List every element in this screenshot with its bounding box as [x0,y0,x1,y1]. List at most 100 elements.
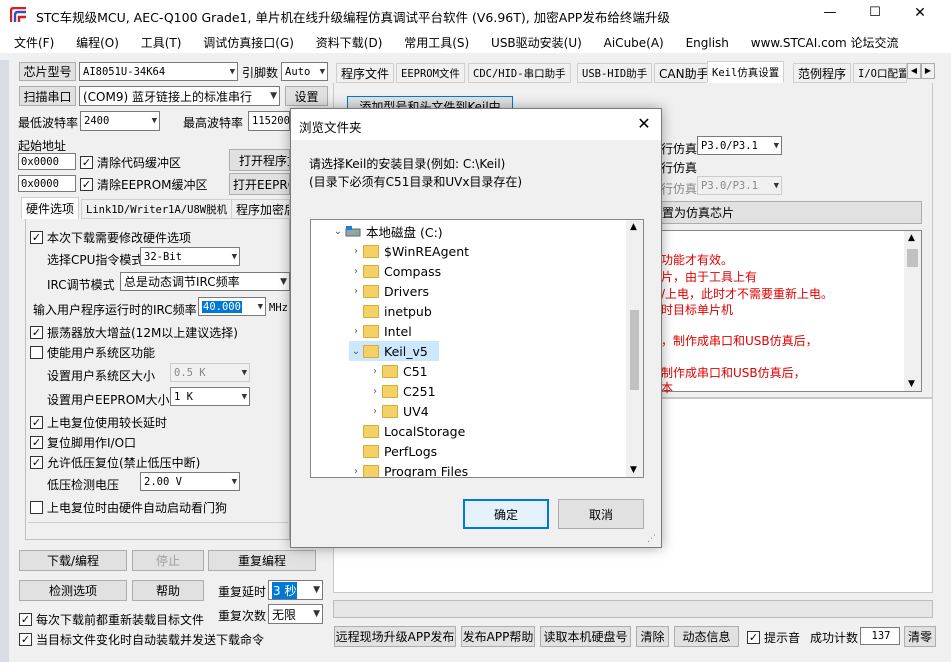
cpu-mode-select[interactable]: 32-Bit ▼ [140,247,240,266]
port-select[interactable]: (COM9) 蓝牙链接上的标准串行 ▼ [79,86,280,106]
menu-website[interactable]: www.STCAI.com 论坛交流 [751,36,899,50]
folder-tree[interactable]: ⌄ 本地磁盘 (C:) › $WinREAgent › Compass › Drive… [310,219,644,478]
reset-as-io-checkbox[interactable]: ✓ 复位脚用作I/O口 [30,434,136,451]
menu-download[interactable]: 资料下载(D) [316,36,383,50]
hw-options-scrollbar[interactable] [28,522,288,536]
dialog-close-icon[interactable]: ✕ [634,114,654,134]
tab-examples[interactable]: 范例程序 [793,63,852,83]
tab-scroll-left-button[interactable]: ◀ [907,63,921,79]
tab-offline-link[interactable]: Link1D/Writer1A/U8W脱机 [81,199,233,219]
tab-io-config[interactable]: I/O口配置 [853,63,907,83]
reset-count-button[interactable]: 清零 [904,626,936,647]
beep-checkbox[interactable]: ✓ 提示音 [747,629,800,646]
tree-node-program-files[interactable]: › Program Files [349,461,468,477]
menu-usb-driver[interactable]: USB驱动安装(U) [491,36,582,50]
auto-send-checkbox[interactable]: ✓ 当目标文件变化时自动装载并发送下载命令 [19,631,264,648]
chevron-right-icon[interactable]: › [349,266,363,277]
chevron-right-icon[interactable]: › [349,466,363,477]
ok-button[interactable]: 确定 [463,499,549,529]
publish-help-button[interactable]: 发布APP帮助 [461,626,535,647]
tab-can[interactable]: CAN助手 [654,63,714,83]
clear-button[interactable]: 清除 [636,626,669,647]
watchdog-checkbox[interactable]: 上电复位时由硬件自动启动看门狗 [30,499,227,516]
scroll-thumb[interactable] [630,310,639,390]
low-voltage-select[interactable]: 2.00 V ▼ [140,472,240,491]
sim-port-1-select[interactable]: P3.0/P3.1 ▼ [697,136,782,155]
irc-frequency-select[interactable]: 40.000 ▼ [198,297,266,316]
resize-grip-icon[interactable]: ⋰ [647,534,656,544]
tab-cdc-serial[interactable]: CDC/HID-串口助手 [468,63,571,83]
chip-model-select[interactable]: AI8051U-34K64 ▼ [79,62,238,81]
menu-debug[interactable]: 调试仿真接口(G) [203,36,294,50]
download-button[interactable]: 下载/编程 [19,550,127,571]
clear-code-checkbox[interactable]: ✓ 清除代码缓冲区 [80,154,181,171]
tab-usb-hid[interactable]: USB-HID助手 [577,63,653,83]
tab-program-file[interactable]: 程序文件 [336,63,395,83]
irc-mode-select[interactable]: 总是动态调节IRC频率 ▼ [120,272,290,291]
scan-port-button[interactable]: 扫描串口 [19,86,76,106]
chevron-down-icon[interactable]: ⌄ [331,226,345,237]
clear-eeprom-checkbox[interactable]: ✓ 清除EEPROM缓冲区 [80,176,208,193]
help-button[interactable]: 帮助 [132,580,204,601]
close-button[interactable]: ✕ [905,5,935,25]
tab-encryption[interactable]: 程序加密后 [231,199,290,219]
chevron-right-icon[interactable]: › [368,366,382,377]
read-disk-id-button[interactable]: 读取本机硬盘号 [540,626,631,647]
tree-node-drive-c[interactable]: ⌄ 本地磁盘 (C:) [331,221,443,241]
modify-hw-checkbox[interactable]: ✓ 本次下载需要修改硬件选项 [30,229,191,246]
long-reset-delay-checkbox[interactable]: ✓ 上电复位使用较长延时 [30,414,167,431]
osc-gain-checkbox[interactable]: ✓ 振荡器放大增益(12M以上建议选择) [30,324,238,341]
scroll-down-icon[interactable]: ▼ [630,465,637,475]
eeprom-size-select[interactable]: 1 K ▼ [170,387,250,406]
menu-program[interactable]: 编程(O) [76,36,119,50]
chevron-right-icon[interactable]: › [368,406,382,417]
chevron-down-icon[interactable]: ⌄ [349,346,363,357]
tree-scrollbar[interactable]: ▲ ▼ [626,220,643,477]
low-voltage-reset-checkbox[interactable]: ✓ 允许低压复位(禁止低压中断) [30,454,200,471]
tree-node-keil-v5[interactable]: ⌄ Keil_v5 [349,341,439,361]
repeat-delay-select[interactable]: 3 秒 ▼ [268,580,323,600]
maximize-button[interactable]: ☐ [860,5,890,25]
tree-node-perflogs[interactable]: PerfLogs [349,441,437,461]
chevron-right-icon[interactable]: › [349,286,363,297]
reload-each-checkbox[interactable]: ✓ 每次下载前都重新装载目标文件 [19,611,204,628]
system-area-size-select[interactable]: 0.5 K ▼ [170,363,250,382]
user-system-area-checkbox[interactable]: 使能用户系统区功能 [30,344,155,361]
chevron-right-icon[interactable]: › [349,246,363,257]
minimize-button[interactable]: — [815,5,845,25]
repeat-program-button[interactable]: 重复编程 [208,550,316,571]
menu-file[interactable]: 文件(F) [14,36,54,50]
menu-aicube[interactable]: AiCube(A) [604,36,664,50]
menu-english[interactable]: English [686,36,729,50]
tree-node-c51[interactable]: › C51 [368,361,428,381]
cancel-button[interactable]: 取消 [558,499,644,529]
remote-upgrade-button[interactable]: 远程现场升级APP发布 [334,626,456,647]
check-options-button[interactable]: 检测选项 [19,580,127,601]
tree-node-compass[interactable]: › Compass [349,261,441,281]
animation-info-button[interactable]: 动态信息 [674,626,739,647]
min-baud-select[interactable]: 2400 ▼ [80,111,160,131]
tree-node-localstorage[interactable]: LocalStorage [349,421,465,441]
tree-node-uv4[interactable]: › UV4 [368,401,429,421]
open-program-file-button[interactable]: 打开程序文件 [229,149,290,171]
tree-node-drivers[interactable]: › Drivers [349,281,429,301]
chevron-right-icon[interactable]: › [349,326,363,337]
tree-node-c251[interactable]: › C251 [368,381,436,401]
max-baud-select[interactable]: 115200 [248,111,290,131]
repeat-count-select[interactable]: 无限 ▼ [268,604,323,624]
sim-port-3-select[interactable]: P3.0/P3.1 ▼ [697,176,782,195]
chevron-right-icon[interactable]: › [368,386,382,397]
chip-model-button[interactable]: 芯片型号 [19,62,76,81]
tab-hardware-options[interactable]: 硬件选项 [21,197,80,219]
tab-scroll-right-button[interactable]: ▶ [921,63,935,79]
info-scrollbar[interactable]: ▲ ▼ [904,231,921,391]
code-address-input[interactable]: 0x0000 [18,153,76,170]
tree-node-intel[interactable]: › Intel [349,321,412,341]
port-settings-button[interactable]: 设置 [285,86,328,106]
tree-node-inetpub[interactable]: inetpub [349,301,432,321]
open-eeprom-file-button[interactable]: 打开EEPROM文件 [229,173,290,195]
eeprom-address-input[interactable]: 0x0000 [18,175,76,192]
menu-common-tools[interactable]: 常用工具(S) [404,36,469,50]
tree-node-winreagent[interactable]: › $WinREAgent [349,241,469,261]
tab-keil-sim[interactable]: Keil仿真设置 [707,61,785,83]
